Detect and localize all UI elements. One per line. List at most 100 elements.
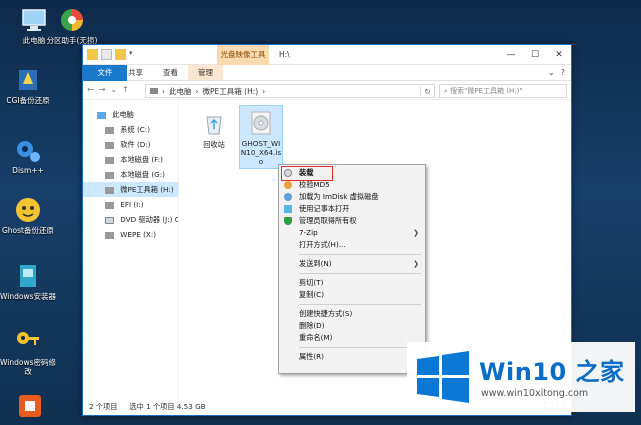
tab-manage[interactable]: 管理 — [188, 65, 223, 80]
desktop-icon-label: Windows安装器 — [0, 292, 56, 301]
refresh-icon[interactable]: ↻ — [420, 86, 434, 96]
drive-icon — [105, 126, 114, 134]
up-icon[interactable]: ↑ — [122, 85, 129, 94]
nav-item-drive-c[interactable]: 系统 (C:) — [83, 122, 178, 137]
nav-item-drive-d[interactable]: 软件 (D:) — [83, 137, 178, 152]
cgi-backup-icon — [19, 70, 37, 90]
file-item-label: 回收站 — [203, 140, 225, 149]
desktop-icon-label: Windows密码修改 — [0, 358, 56, 376]
nav-item-this-pc[interactable]: 此电脑 — [83, 107, 178, 122]
breadcrumb-separator-icon: › — [162, 86, 165, 96]
address-field[interactable]: › 此电脑 › 微PE工具箱 (H:) › ↻ — [145, 84, 435, 98]
drive-icon — [105, 231, 114, 239]
menu-item-properties[interactable]: 属性(R) — [279, 351, 425, 363]
menu-item-md5[interactable]: 校验MD5 — [279, 179, 425, 191]
app-icon — [19, 395, 41, 417]
nav-item-drive-i[interactable]: EFI (I:) — [83, 197, 178, 212]
nav-item-label: 此电脑 — [112, 110, 134, 119]
computer-icon — [97, 111, 106, 119]
breadcrumb-this-pc[interactable]: 此电脑 — [169, 86, 192, 97]
item-count: 2 个项目 — [89, 402, 118, 411]
tab-view[interactable]: 查看 — [153, 65, 188, 80]
menu-item-label: 7-Zip — [299, 228, 318, 237]
nav-item-drive-x[interactable]: WEPE (X:) — [83, 227, 178, 242]
menu-item-copy[interactable]: 复制(C) — [279, 289, 425, 301]
search-icon: ⌕ — [444, 87, 448, 95]
menu-item-cut[interactable]: 剪切(T) — [279, 277, 425, 289]
menu-item-label: 使用记事本打开 — [299, 204, 350, 213]
folder-icon — [87, 49, 98, 60]
password-key-icon — [17, 332, 39, 345]
menu-item-open-with[interactable]: 打开方式(H)... — [279, 239, 425, 251]
chevron-down-icon[interactable]: ▾ — [129, 49, 140, 60]
menu-item-take-ownership[interactable]: 管理员取得所有权 — [279, 215, 425, 227]
tab-file[interactable]: 文件 — [83, 65, 127, 81]
menu-item-rename[interactable]: 重命名(M) — [279, 332, 425, 344]
desktop-icon-partition-tool[interactable]: 分区助手(无损) — [44, 6, 100, 45]
menu-separator — [299, 254, 421, 255]
submenu-arrow-icon: ❯ — [413, 260, 419, 268]
file-item-ghost-iso[interactable]: GHOST_WIN10_X64.iso — [239, 105, 283, 169]
file-item-recycle-bin[interactable]: 回收站 — [192, 107, 236, 149]
drive-icon — [105, 156, 114, 164]
menu-item-create-shortcut[interactable]: 创建快捷方式(S) — [279, 308, 425, 320]
partition-tool-icon — [61, 9, 83, 31]
menu-separator — [299, 304, 421, 305]
desktop-icon-password[interactable]: Windows密码修改 — [0, 328, 56, 376]
selection-info: 选中 1 个项目 4.53 GB — [129, 402, 206, 411]
menu-item-imdisk[interactable]: 加载为 ImDisk 虚拟磁盘 — [279, 191, 425, 203]
ribbon-tabs: 文件 主页 共享 查看 管理 ⌄ ? — [83, 65, 571, 81]
menu-item-label: 复制(C) — [299, 290, 325, 299]
breadcrumb-current-drive[interactable]: 微PE工具箱 (H:) — [203, 86, 259, 97]
desktop-icon-dism[interactable]: Dism++ — [0, 136, 56, 175]
search-placeholder: 搜索"微PE工具箱 (H:)" — [450, 87, 523, 95]
drive-icon — [105, 201, 114, 209]
window-controls: — ☐ ✕ — [499, 45, 571, 65]
desktop-icon-app[interactable] — [2, 392, 58, 422]
menu-item-label: 属性(R) — [299, 352, 324, 361]
desktop-icon-label: Ghost备份还原 — [1, 226, 54, 235]
nav-item-dvd-j[interactable]: DVD 驱动器 (J:) GH — [83, 212, 178, 227]
nav-item-label: 软件 (D:) — [120, 140, 151, 149]
minimize-button[interactable]: — — [499, 45, 523, 65]
ribbon-expand-icon[interactable]: ⌄ — [548, 65, 555, 80]
title-bar[interactable]: ▾ 光盘映像工具 H:\ — ☐ ✕ — [83, 45, 571, 65]
menu-item-label: 校验MD5 — [299, 180, 330, 189]
drive-icon — [105, 171, 114, 179]
menu-item-mount[interactable]: 装载 — [279, 166, 425, 181]
new-folder-icon[interactable] — [115, 49, 126, 60]
menu-item-delete[interactable]: 删除(D) — [279, 320, 425, 332]
recent-chevron-icon[interactable]: ⌄ — [110, 85, 117, 94]
nav-item-drive-g[interactable]: 本地磁盘 (G:) — [83, 167, 178, 182]
maximize-button[interactable]: ☐ — [523, 45, 547, 65]
context-menu: 装载 校验MD5 加载为 ImDisk 虚拟磁盘 使用记事本打开 管理员取得所有… — [278, 164, 426, 374]
breadcrumb-separator-icon: › — [195, 86, 199, 96]
imdisk-icon — [284, 193, 292, 201]
menu-item-7zip[interactable]: 7-Zip ❯ — [279, 227, 425, 239]
drive-icon — [150, 88, 158, 94]
properties-icon[interactable] — [101, 49, 112, 60]
forward-icon[interactable]: → — [99, 85, 106, 94]
notepad-icon — [284, 205, 292, 213]
desktop-icon-windows-installer[interactable]: Windows安装器 — [0, 262, 56, 301]
desktop-icon-label: Dism++ — [12, 166, 44, 175]
help-icon[interactable]: ? — [561, 65, 565, 80]
nav-item-label: WEPE (X:) — [120, 230, 157, 239]
menu-item-label: 加载为 ImDisk 虚拟磁盘 — [299, 192, 379, 201]
windows-logo-icon — [417, 351, 469, 403]
search-input[interactable]: ⌕ 搜索"微PE工具箱 (H:)" — [439, 84, 567, 98]
desktop-icon-cgi-backup[interactable]: CGI备份还原 — [0, 66, 56, 105]
windows-installer-icon — [20, 265, 36, 287]
desktop-icon-ghost[interactable]: Ghost备份还原 — [0, 196, 56, 235]
close-button[interactable]: ✕ — [547, 45, 571, 65]
nav-item-label: EFI (I:) — [120, 200, 144, 209]
menu-item-notepad[interactable]: 使用记事本打开 — [279, 203, 425, 215]
context-tab-disc-image-tools[interactable]: 光盘映像工具 — [217, 45, 269, 65]
menu-item-send-to[interactable]: 发送到(N) ❯ — [279, 258, 425, 270]
dism-icon — [17, 141, 40, 162]
address-bar-row: ← → ⌄ ↑ › 此电脑 › 微PE工具箱 (H:) › ↻ ⌕ 搜索"微PE… — [83, 82, 571, 100]
nav-item-drive-h[interactable]: 微PE工具箱 (H:) — [83, 182, 178, 197]
nav-item-label: DVD 驱动器 (J:) GH — [120, 215, 178, 224]
nav-item-drive-f[interactable]: 本地磁盘 (F:) — [83, 152, 178, 167]
back-icon[interactable]: ← — [87, 85, 94, 94]
